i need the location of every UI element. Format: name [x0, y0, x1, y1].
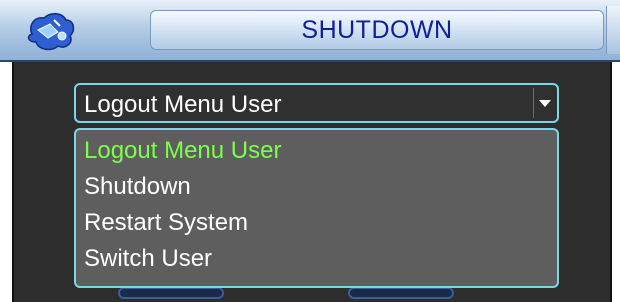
option-shutdown[interactable]: Shutdown — [84, 170, 191, 204]
title-bar: SHUTDOWN — [0, 0, 620, 62]
chevron-down-icon[interactable] — [533, 88, 555, 118]
dropdown-list: Logout Menu User Shutdown Restart System… — [74, 128, 559, 288]
option-logout-menu-user[interactable]: Logout Menu User — [84, 134, 281, 168]
window-title: SHUTDOWN — [301, 15, 453, 44]
option-switch-user[interactable]: Switch User — [84, 242, 212, 276]
option-restart-system[interactable]: Restart System — [84, 206, 248, 240]
title-panel: SHUTDOWN — [150, 10, 604, 50]
hidden-cancel-button — [348, 287, 454, 299]
shutdown-mode-select[interactable]: Logout Menu User — [74, 83, 559, 123]
hidden-ok-button — [118, 287, 224, 299]
select-value: Logout Menu User — [84, 91, 282, 118]
shutdown-dialog: SHUTDOWN Logout Menu User Logout Menu Us… — [0, 0, 620, 302]
cursor-hand-logo-icon — [27, 13, 75, 51]
title-bar-edge — [606, 6, 620, 54]
